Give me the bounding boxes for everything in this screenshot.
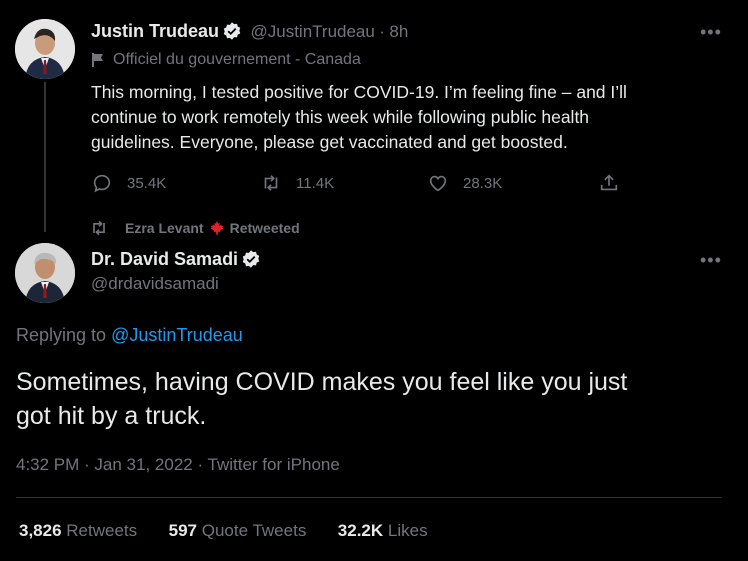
avatar-david-samadi[interactable]	[15, 243, 75, 303]
more-icon[interactable]: •••	[700, 22, 722, 43]
retweets-label: Retweets	[66, 521, 138, 540]
quote-tweets-stat[interactable]: 597 Quote Tweets	[169, 521, 307, 540]
share-button[interactable]	[598, 172, 634, 194]
tweet-time[interactable]: 8h	[389, 22, 408, 41]
retweet-count: 11.4K	[296, 174, 335, 192]
reply-count: 35.4K	[127, 174, 167, 192]
like-button[interactable]: 28.3K	[427, 172, 502, 194]
replying-to-handle-link[interactable]: @JustinTrudeau	[111, 325, 243, 345]
more-icon[interactable]: •••	[700, 250, 722, 271]
verified-badge-icon	[222, 21, 242, 41]
tweet2-text-line: got hit by a truck.	[16, 402, 207, 430]
author-handle[interactable]: @JustinTrudeau	[250, 22, 374, 41]
like-count: 28.3K	[463, 174, 503, 192]
tweet1-text-line: This morning, I tested positive for COVI…	[91, 82, 627, 102]
likes-stat[interactable]: 32.2K Likes	[338, 521, 428, 540]
government-label[interactable]: Officiel du gouvernement - Canada	[91, 51, 361, 69]
separator-dot: ·	[379, 22, 385, 41]
replying-to: Replying to @JustinTrudeau	[16, 325, 243, 346]
tweet1-text: This morning, I tested positive for COVI…	[91, 80, 731, 155]
thread-connector-line	[44, 82, 46, 232]
author-handle[interactable]: @drdavidsamadi	[91, 274, 219, 294]
government-flag-icon	[91, 52, 105, 68]
tweet-stats: 3,826 Retweets 597 Quote Tweets 32.2K Li…	[19, 521, 428, 541]
author-name[interactable]: Justin Trudeau	[91, 21, 219, 41]
share-icon	[600, 174, 618, 191]
like-icon	[429, 175, 447, 192]
tweet2-text: Sometimes, having COVID makes you feel l…	[16, 365, 736, 433]
avatar-justin-trudeau[interactable]	[15, 19, 75, 79]
tweet2-header: Dr. David Samadi	[91, 249, 261, 270]
replying-to-prefix: Replying to	[16, 325, 107, 345]
retweeter-name[interactable]: Ezra Levant	[125, 220, 204, 236]
retweet-icon	[93, 220, 105, 236]
reply-button[interactable]: 35.4K	[91, 172, 166, 194]
likes-number: 32.2K	[337, 521, 384, 540]
author-name[interactable]: Dr. David Samadi	[91, 249, 238, 269]
reply-icon	[93, 174, 111, 193]
divider	[16, 497, 722, 498]
retweet-banner: Ezra Levant Retweeted	[89, 218, 300, 238]
quote-tweets-label: Quote Tweets	[201, 521, 307, 540]
tweet1-header: Justin Trudeau @JustinTrudeau · 8h	[91, 21, 408, 42]
retweet-icon	[264, 175, 278, 191]
tweet-meta[interactable]: 4:32 PM · Jan 31, 2022 · Twitter for iPh…	[16, 455, 340, 475]
likes-label: Likes	[387, 521, 428, 540]
quote-tweets-number: 597	[168, 521, 197, 540]
retweeted-label: Retweeted	[229, 220, 300, 236]
retweets-number: 3,826	[19, 521, 62, 540]
tweet1-text-line: guidelines. Everyone, please get vaccina…	[91, 132, 568, 152]
tweet1-text-line: continue to work remotely this week whil…	[91, 107, 590, 127]
government-label-text: Officiel du gouvernement - Canada	[113, 51, 361, 68]
tweet2-text-line: Sometimes, having COVID makes you feel l…	[16, 368, 628, 396]
retweets-stat[interactable]: 3,826 Retweets	[19, 521, 137, 540]
verified-badge-icon	[241, 249, 261, 269]
maple-leaf-icon	[209, 220, 225, 236]
retweet-button[interactable]: 11.4K	[260, 172, 334, 194]
